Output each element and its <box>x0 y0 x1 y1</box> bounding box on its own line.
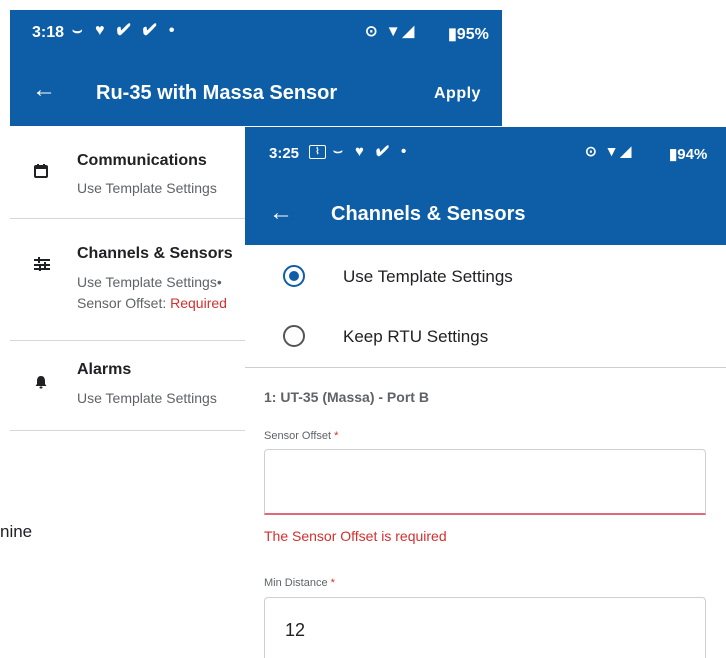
image-notification-icon: ⌇ <box>309 145 326 159</box>
settings-item-subtitle: Use Template Settings <box>77 180 217 196</box>
option-keep-rtu-settings[interactable]: Keep RTU Settings <box>245 309 726 365</box>
min-distance-value: 12 <box>285 620 306 640</box>
settings-item-title: Alarms <box>77 361 132 378</box>
channels-sensors-screen: 3:25 ⌇ ⌣ ♥ ✔ • ⊙ ▼◢ ▮94% ← Channels & Se… <box>245 127 726 658</box>
status-bar: 3:25 ⌇ ⌣ ♥ ✔ • ⊙ ▼◢ ▮94% <box>245 127 726 183</box>
sensor-offset-label: Sensor Offset * <box>264 430 339 442</box>
required-marker: * <box>334 430 339 442</box>
radio-unselected-icon[interactable] <box>283 325 305 347</box>
settings-item-title: Channels & Sensors <box>77 245 233 262</box>
settings-item-channels-sensors[interactable]: Channels & Sensors Use Template Settings… <box>10 219 245 341</box>
required-marker: * <box>330 577 335 589</box>
sensor-offset-field[interactable] <box>264 449 706 515</box>
notification-icons: ⌣ ♥ ✔ • <box>333 143 411 160</box>
page-title: Channels & Sensors <box>331 203 526 225</box>
app-bar: ← Ru-35 with Massa Sensor Apply <box>10 58 502 126</box>
battery-indicator: ▮95% <box>448 26 489 43</box>
back-arrow-icon[interactable]: ← <box>269 199 293 227</box>
app-bar: ← Channels & Sensors <box>245 183 726 245</box>
back-arrow-icon[interactable]: ← <box>32 76 56 104</box>
settings-item-subtitle: Use Template Settings <box>77 390 217 406</box>
bell-icon <box>34 375 48 394</box>
option-label: Keep RTU Settings <box>343 327 489 346</box>
min-distance-field[interactable]: 12 <box>264 597 706 658</box>
status-time: 3:18 <box>32 24 65 41</box>
min-distance-label: Min Distance * <box>264 577 335 589</box>
settings-item-alarms[interactable]: Alarms Use Template Settings <box>10 341 245 431</box>
sensor-offset-prefix: Sensor Offset: <box>77 295 171 311</box>
signal-icons: ⊙ ▼◢ <box>365 23 417 40</box>
settings-item-title: Communications <box>77 152 207 169</box>
divider <box>245 367 726 368</box>
status-bar: 3:18 ⌣ ♥ ✔ ✔ • ⊙ ▼◢ ▮95% <box>10 10 502 58</box>
radio-selected-icon[interactable] <box>283 265 305 287</box>
section-title: 1: UT-35 (Massa) - Port B <box>264 389 429 405</box>
settings-item-subtitle: Use Template Settings• <box>77 274 222 290</box>
sensor-offset-status: Sensor Offset: Required <box>77 295 227 311</box>
notification-icons: ⌣ ♥ ✔ ✔ • <box>72 22 179 39</box>
option-use-template-settings[interactable]: Use Template Settings <box>245 249 726 305</box>
required-badge: Required <box>170 295 227 311</box>
sensor-offset-error: The Sensor Offset is required <box>264 528 447 544</box>
signal-icons: ⊙ ▼◢ <box>585 143 634 159</box>
apply-button[interactable]: Apply <box>434 85 481 103</box>
sliders-icon <box>34 257 50 276</box>
divider <box>10 430 245 431</box>
settings-item-communications[interactable]: Communications Use Template Settings <box>10 126 245 218</box>
status-time: 3:25 <box>269 145 300 162</box>
page-title: Ru-35 with Massa Sensor <box>96 82 338 104</box>
battery-indicator: ▮94% <box>669 146 708 163</box>
option-label: Use Template Settings <box>343 267 513 286</box>
partial-text: nine <box>0 522 33 541</box>
calendar-icon <box>34 164 48 183</box>
